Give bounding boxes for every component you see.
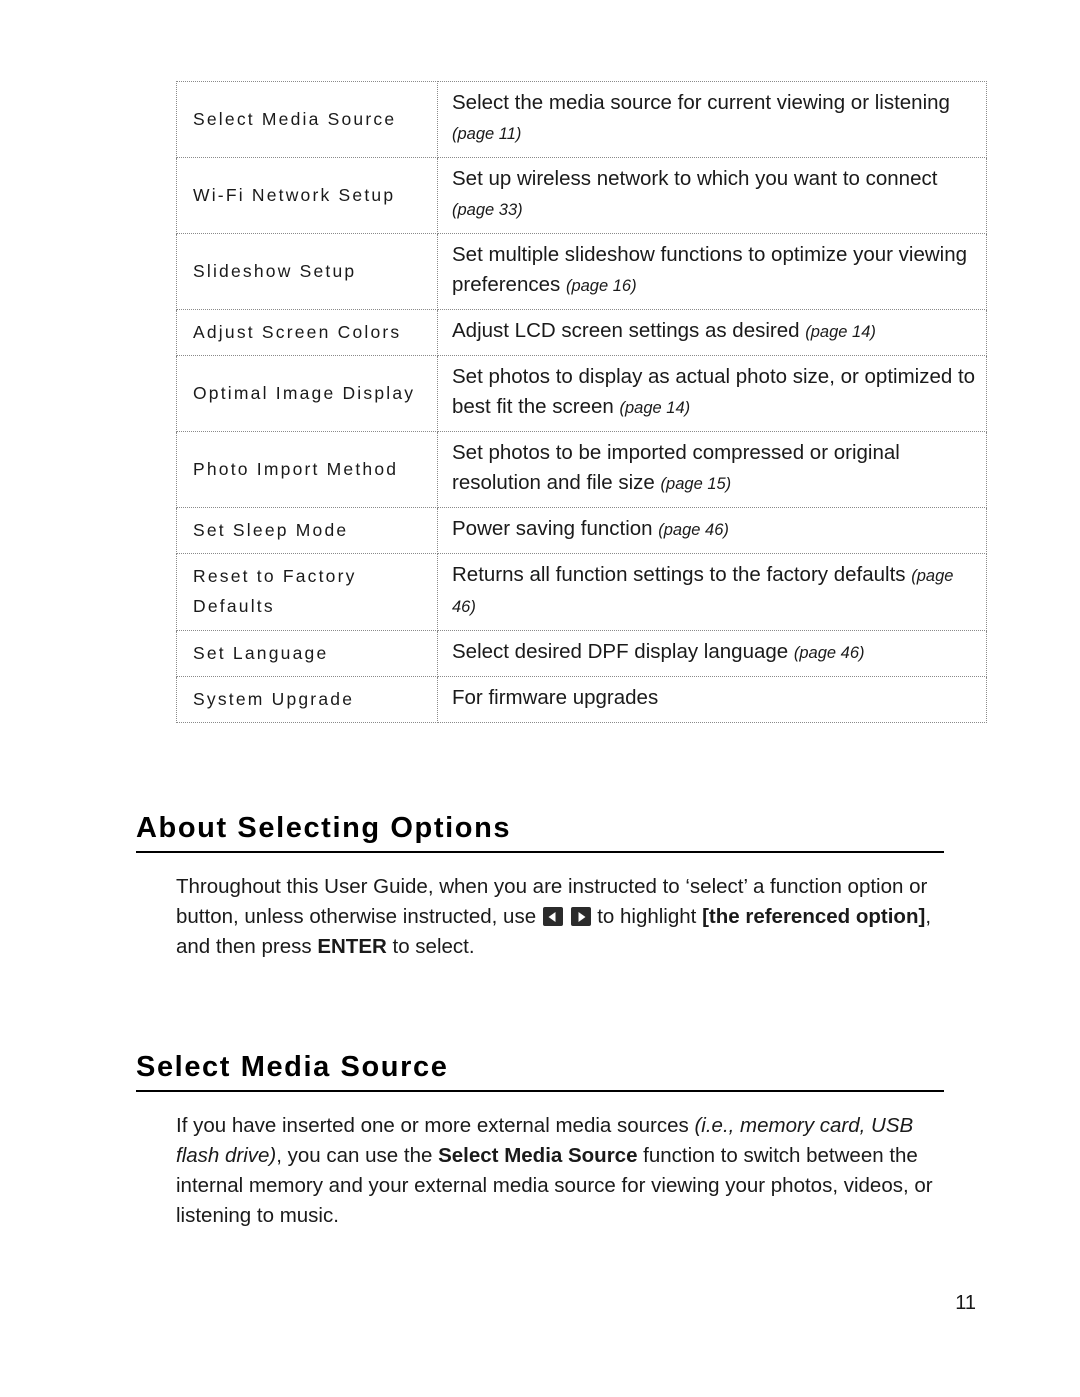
paragraph-text-d: to select. [386,935,475,958]
table-row: Reset to Factory Defaults Returns all fu… [176,553,987,631]
table-row: Select Media Source Select the media sou… [176,81,987,158]
table-row: Wi-Fi Network Setup Set up wireless netw… [176,157,987,234]
menu-option-description: Set multiple slideshow functions to opti… [437,233,987,310]
page-reference: (page 11) [452,125,522,143]
right-arrow-icon [570,907,591,926]
paragraph-bold-referenced-option: [the referenced option] [702,905,926,928]
table-row: Set Sleep Mode Power saving function (pa… [176,507,987,554]
menu-option-description: For firmware upgrades [437,676,987,723]
page-reference: (page 14) [619,399,691,417]
page-title-about-selecting-options: About Selecting Options [136,812,512,844]
menu-option-description: Power saving function (page 46) [437,507,987,554]
desc-text: Set photos to display as actual photo si… [452,365,976,418]
desc-text: Set up wireless network to which you wan… [452,167,938,190]
table-row: Set Language Select desired DPF display … [176,630,987,677]
menu-option-name: Set Sleep Mode [176,507,438,554]
desc-text: Select desired DPF display language [452,640,794,663]
table-row: Slideshow Setup Set multiple slideshow f… [176,233,987,310]
paragraph-text-b: , you can use the [276,1144,439,1167]
menu-option-name: System Upgrade [176,676,438,723]
select-media-source-paragraph: If you have inserted one or more externa… [176,1111,956,1231]
desc-text: Select the media source for current view… [452,91,950,114]
desc-text: Power saving function [452,517,659,540]
menu-option-description: Set photos to be imported compressed or … [437,431,987,508]
menu-option-description: Select desired DPF display language (pag… [437,630,987,677]
table-row: System Upgrade For firmware upgrades [176,676,987,723]
menu-option-description: Set up wireless network to which you wan… [437,157,987,234]
paragraph-bold-select-media-source: Select Media Source [438,1144,638,1167]
desc-text: Set multiple slideshow functions to opti… [452,243,968,296]
menu-option-name: Wi-Fi Network Setup [176,157,438,234]
menu-option-name: Optimal Image Display [176,355,438,432]
menu-option-description: Select the media source for current view… [437,81,987,158]
table-row: Photo Import Method Set photos to be imp… [176,431,987,508]
menu-options-table-body: Select Media Source Select the media sou… [176,81,987,723]
page-reference: (page 14) [805,323,876,341]
menu-option-description: Returns all function settings to the fac… [437,553,987,631]
menu-option-name: Photo Import Method [176,431,438,508]
menu-option-name: Adjust Screen Colors [176,309,438,356]
menu-option-description: Adjust LCD screen settings as desired (p… [437,309,987,356]
menu-option-name: Reset to Factory Defaults [176,553,438,631]
paragraph-text-b: to highlight [591,905,703,928]
page-title-select-media-source: Select Media Source [136,1051,449,1083]
page-reference: (page 46) [658,521,729,539]
page-reference: (page 33) [452,201,523,219]
table-row: Adjust Screen Colors Adjust LCD screen s… [176,309,987,356]
desc-text: Returns all function settings to the fac… [452,563,912,586]
heading-rule [136,1090,944,1092]
document-page: Select Media Source Select the media sou… [0,0,1080,1397]
menu-options-table: Select Media Source Select the media sou… [176,81,987,723]
page-number: 11 [955,1292,976,1314]
page-reference: (page 16) [565,277,637,295]
page-reference: (page 46) [793,644,865,662]
menu-option-description: Set photos to display as actual photo si… [437,355,987,432]
desc-text: Adjust LCD screen settings as desired [452,319,806,342]
left-arrow-icon [542,907,563,926]
about-selecting-options-paragraph: Throughout this User Guide, when you are… [176,872,956,962]
desc-text: For firmware upgrades [452,686,659,709]
menu-option-name: Select Media Source [176,81,438,158]
menu-option-name: Set Language [176,630,438,677]
page-reference: (page 15) [660,475,732,493]
table-row: Optimal Image Display Set photos to disp… [176,355,987,432]
paragraph-bold-enter: ENTER [317,935,387,958]
menu-option-name: Slideshow Setup [176,233,438,310]
heading-rule [136,851,944,853]
paragraph-text-a: If you have inserted one or more externa… [176,1114,695,1137]
